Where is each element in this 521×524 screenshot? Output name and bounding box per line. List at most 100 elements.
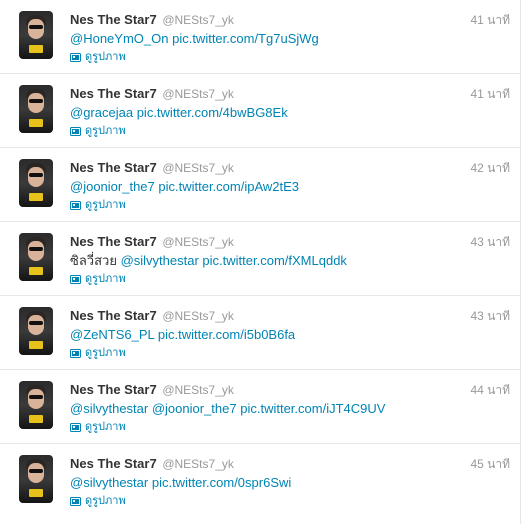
- tweet-text: @ZeNTS6_PL pic.twitter.com/i5b0B6fa: [70, 326, 508, 343]
- avatar-shirt-logo: [29, 45, 43, 53]
- avatar-sunglasses: [29, 247, 43, 251]
- tweet-item[interactable]: Nes The Star7 @NESts7_yk 45 นาที @silvythe…: [0, 444, 520, 518]
- avatar-sunglasses: [29, 469, 43, 473]
- tweet-text: @silvythestar @joonior_the7 pic.twitter.…: [70, 400, 508, 417]
- user-display-name[interactable]: Nes The Star7: [70, 12, 157, 27]
- photo-icon: [70, 52, 81, 62]
- avatar-sunglasses: [29, 321, 43, 325]
- view-photo-button[interactable]: ดูรูปภาพ: [70, 124, 126, 138]
- view-photo-label: ดูรูปภาพ: [85, 347, 126, 359]
- tweet-item[interactable]: Nes The Star7 @NESts7_yk 41 นาที @HoneYmO_…: [0, 0, 520, 74]
- avatar-sunglasses: [29, 99, 43, 103]
- photo-icon: [70, 126, 81, 136]
- avatar-shirt-logo: [29, 489, 43, 497]
- avatar-shirt-logo: [29, 415, 43, 423]
- view-photo-button[interactable]: ดูรูปภาพ: [70, 420, 126, 434]
- user-display-name[interactable]: Nes The Star7: [70, 382, 157, 397]
- user-avatar[interactable]: [19, 233, 53, 281]
- pic-link[interactable]: pic.twitter.com/ipAw2tE3: [158, 179, 299, 194]
- mention-link[interactable]: @silvythestar: [70, 475, 148, 490]
- tweet-header: Nes The Star7 @NESts7_yk 43 นาที: [70, 234, 510, 250]
- tweet-timestamp[interactable]: 41 นาที: [470, 86, 510, 102]
- user-handle[interactable]: @NESts7_yk: [162, 235, 234, 249]
- avatar-shirt-logo: [29, 341, 43, 349]
- mention-link[interactable]: @ZeNTS6_PL: [70, 327, 154, 342]
- tweet-item[interactable]: Nes The Star7 @NESts7_yk 41 นาที @gracejaa…: [0, 74, 520, 148]
- view-photo-button[interactable]: ดูรูปภาพ: [70, 494, 126, 508]
- avatar-sunglasses: [29, 173, 43, 177]
- pic-link[interactable]: pic.twitter.com/fXMLqddk: [202, 253, 347, 268]
- user-avatar[interactable]: [19, 381, 53, 429]
- tweet-item[interactable]: Nes The Star7 @NESts7_yk 42 นาที @joonior_…: [0, 148, 520, 222]
- photo-icon: [70, 422, 81, 432]
- tweet-text: @joonior_the7 pic.twitter.com/ipAw2tE3: [70, 178, 508, 195]
- user-display-name[interactable]: Nes The Star7: [70, 456, 157, 471]
- user-handle[interactable]: @NESts7_yk: [162, 309, 234, 323]
- mention-link[interactable]: @joonior_the7: [70, 179, 155, 194]
- tweet-header: Nes The Star7 @NESts7_yk 45 นาที: [70, 456, 510, 472]
- user-avatar[interactable]: [19, 85, 53, 133]
- avatar-face: [28, 389, 44, 409]
- tweet-timestamp[interactable]: 45 นาที: [470, 456, 510, 472]
- view-photo-label: ดูรูปภาพ: [85, 495, 126, 507]
- tweet-header: Nes The Star7 @NESts7_yk 41 นาที: [70, 12, 510, 28]
- user-avatar[interactable]: [19, 11, 53, 59]
- user-avatar[interactable]: [19, 307, 53, 355]
- view-photo-button[interactable]: ดูรูปภาพ: [70, 346, 126, 360]
- user-handle[interactable]: @NESts7_yk: [162, 383, 234, 397]
- user-display-name[interactable]: Nes The Star7: [70, 86, 157, 101]
- avatar-face: [28, 315, 44, 335]
- user-display-name[interactable]: Nes The Star7: [70, 308, 157, 323]
- tweet-item[interactable]: Nes The Star7 @NESts7_yk 44 นาที @silvythe…: [0, 370, 520, 444]
- tweet-timestamp[interactable]: 41 นาที: [470, 12, 510, 28]
- user-avatar[interactable]: [19, 455, 53, 503]
- view-photo-button[interactable]: ดูรูปภาพ: [70, 50, 126, 64]
- view-photo-label: ดูรูปภาพ: [85, 51, 126, 63]
- view-photo-label: ดูรูปภาพ: [85, 273, 126, 285]
- tweet-timeline: Nes The Star7 @NESts7_yk 41 นาที @HoneYmO_…: [0, 0, 521, 524]
- mention-link[interactable]: @gracejaa: [70, 105, 133, 120]
- user-handle[interactable]: @NESts7_yk: [162, 87, 234, 101]
- avatar-sunglasses: [29, 25, 43, 29]
- pic-link[interactable]: pic.twitter.com/Tg7uSjWg: [172, 31, 319, 46]
- view-photo-button[interactable]: ดูรูปภาพ: [70, 272, 126, 286]
- tweet-item[interactable]: Nes The Star7 @NESts7_yk 43 นาที @ZeNTS6_P…: [0, 296, 520, 370]
- user-avatar[interactable]: [19, 159, 53, 207]
- mention-link[interactable]: @joonior_the7: [152, 401, 237, 416]
- tweet-timestamp[interactable]: 42 นาที: [470, 160, 510, 176]
- mention-link[interactable]: @silvythestar: [70, 401, 148, 416]
- tweet-text: @silvythestar pic.twitter.com/0spr6Swi: [70, 474, 508, 491]
- user-display-name[interactable]: Nes The Star7: [70, 160, 157, 175]
- tweet-timestamp[interactable]: 43 นาที: [470, 234, 510, 250]
- mention-link[interactable]: @HoneYmO_On: [70, 31, 168, 46]
- mention-link[interactable]: @silvythestar: [121, 253, 199, 268]
- pic-link[interactable]: pic.twitter.com/i5b0B6fa: [158, 327, 295, 342]
- tweet-item[interactable]: Nes The Star7 @NESts7_yk 43 นาทีซิลวี่สวย…: [0, 222, 520, 296]
- user-display-name[interactable]: Nes The Star7: [70, 234, 157, 249]
- user-handle[interactable]: @NESts7_yk: [162, 161, 234, 175]
- tweet-header: Nes The Star7 @NESts7_yk 43 นาที: [70, 308, 510, 324]
- photo-icon: [70, 496, 81, 506]
- tweet-header: Nes The Star7 @NESts7_yk 41 นาที: [70, 86, 510, 102]
- user-handle[interactable]: @NESts7_yk: [162, 457, 234, 471]
- tweet-text: ซิลวี่สวย @silvythestar pic.twitter.com/…: [70, 252, 508, 269]
- tweet-header: Nes The Star7 @NESts7_yk 42 นาที: [70, 160, 510, 176]
- avatar-shirt-logo: [29, 267, 43, 275]
- tweet-timestamp[interactable]: 43 นาที: [470, 308, 510, 324]
- avatar-face: [28, 463, 44, 483]
- pic-link[interactable]: pic.twitter.com/iJT4C9UV: [240, 401, 385, 416]
- tweet-timestamp[interactable]: 44 นาที: [470, 382, 510, 398]
- user-handle[interactable]: @NESts7_yk: [162, 13, 234, 27]
- avatar-sunglasses: [29, 395, 43, 399]
- avatar-face: [28, 241, 44, 261]
- photo-icon: [70, 274, 81, 284]
- view-photo-label: ดูรูปภาพ: [85, 199, 126, 211]
- view-photo-button[interactable]: ดูรูปภาพ: [70, 198, 126, 212]
- tweet-header: Nes The Star7 @NESts7_yk 44 นาที: [70, 382, 510, 398]
- avatar-face: [28, 19, 44, 39]
- tweet-plain-text: ซิลวี่สวย: [70, 253, 117, 268]
- pic-link[interactable]: pic.twitter.com/4bwBG8Ek: [137, 105, 288, 120]
- view-photo-label: ดูรูปภาพ: [85, 421, 126, 433]
- photo-icon: [70, 348, 81, 358]
- pic-link[interactable]: pic.twitter.com/0spr6Swi: [152, 475, 291, 490]
